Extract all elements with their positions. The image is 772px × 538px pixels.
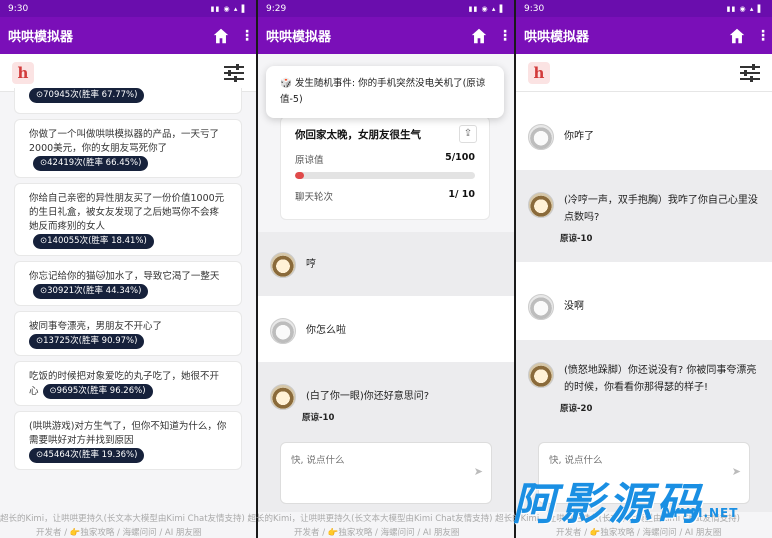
forgive-progress-bar <box>295 172 475 179</box>
watermark-url: AYYM.NET <box>662 506 739 520</box>
message-input[interactable] <box>549 455 719 466</box>
scenario-text: 你忘记给你的猫🐱加水了，导致它渴了一整天 <box>29 271 220 282</box>
status-time: 9:30 <box>524 3 545 14</box>
message-text: 哼 <box>306 259 316 270</box>
scenario-text: 你给自己亲密的异性朋友买了一份价值1000元的生日礼盒，被女友发现了之后她骂你不… <box>29 193 225 232</box>
more-menu-icon[interactable]: ⋮ <box>498 28 512 44</box>
girlfriend-avatar <box>528 362 554 388</box>
forgive-delta-badge: 原谅-10 <box>560 234 593 244</box>
forgive-value: 5/100 <box>445 152 475 163</box>
scenario-card[interactable]: 被同事夸漂亮，男朋友不开心了 ⊙13725次(胜率 90.97%) <box>14 311 242 356</box>
app-bar: 哄哄模拟器 ⋮ <box>516 17 772 54</box>
message-text: 你怎么啦 <box>306 325 346 336</box>
status-icons: ▮▮ ◉ ▴ ▌ <box>468 4 506 13</box>
scenario-list: ⊙70945次(胜率 67.77%) 你做了一个叫做哄哄模拟器的产品，一天亏了2… <box>0 88 256 538</box>
forgive-delta-badge: 原谅-20 <box>560 404 593 414</box>
scenario-stats-badge: ⊙30921次(胜率 44.34%) <box>33 284 149 299</box>
app-title: 哄哄模拟器 <box>524 30 590 45</box>
scenario-card[interactable]: 吃饭的时候把对象爱吃的丸子吃了，她很不开心 ⊙9695次(胜率 96.26%) <box>14 361 242 406</box>
app-logo: h <box>12 61 34 84</box>
random-event-toast: 🎲 发生随机事件: 你的手机突然没电关机了(原谅值-5) <box>266 66 504 118</box>
settings-sliders-icon[interactable] <box>224 63 244 82</box>
chat-message-girlfriend: 哼 <box>258 232 514 296</box>
chat-message-girlfriend: (冷哼一声，双手抱胸）我咋了你自己心里没点数吗? 原谅-10 <box>516 170 772 262</box>
scenario-stats-badge: ⊙42419次(胜率 66.45%) <box>33 156 149 171</box>
scenario-text: 你做了一个叫做哄哄模拟器的产品，一天亏了2000美元，你的女朋友骂死你了 <box>29 129 220 154</box>
user-avatar <box>270 318 296 344</box>
message-text: 你咋了 <box>564 131 594 142</box>
scenario-text: 被同事夸漂亮，男朋友不开心了 <box>29 321 163 332</box>
toolbar: h <box>0 54 256 92</box>
user-avatar <box>528 294 554 320</box>
app-bar: 哄哄模拟器 ⋮ <box>258 17 514 54</box>
message-text: 没啊 <box>564 301 584 312</box>
user-avatar <box>528 124 554 150</box>
message-input-box: ➤ <box>280 442 492 504</box>
status-icons: ▮▮ ◉ ▴ ▌ <box>210 4 248 13</box>
rounds-value: 1/ 10 <box>448 189 475 200</box>
toolbar: h <box>516 54 772 92</box>
scenario-card[interactable]: 你忘记给你的猫🐱加水了，导致它渴了一整天 ⊙30921次(胜率 44.34%) <box>14 261 242 306</box>
watermark-logo: 阿影源码 AYYM.NET <box>512 470 772 538</box>
status-bar: 9:30 ▮▮ ◉ ▴ ▌ <box>516 0 772 17</box>
app-title: 哄哄模拟器 <box>8 30 74 45</box>
scenario-stats-badge: ⊙13725次(胜率 90.97%) <box>29 334 145 349</box>
home-icon[interactable] <box>728 27 746 45</box>
scene-title: 你回家太晚，女朋友很生气 <box>295 129 421 141</box>
forgive-label: 原谅值 <box>295 155 324 166</box>
chat-screen-start: 9:29 ▮▮ ◉ ▴ ▌ 哄哄模拟器 ⋮ 你回家太晚，女朋友很生气 ⇪ 原谅值… <box>258 0 514 538</box>
scenario-card[interactable]: (哄哄游戏)对方生气了，但你不知道为什么，你需要哄好对方并找到原因 ⊙45464次… <box>14 411 242 470</box>
app-title: 哄哄模拟器 <box>266 30 332 45</box>
status-bar: 9:29 ▮▮ ◉ ▴ ▌ <box>258 0 514 17</box>
send-icon[interactable]: ➤ <box>474 465 483 478</box>
status-icons: ▮▮ ◉ ▴ ▌ <box>726 4 764 13</box>
message-text: (愤怒地跺脚）你还说没有? 你被同事夸漂亮的时候，你看看你那得瑟的样子! <box>564 365 757 393</box>
scenario-stats-badge: ⊙140055次(胜率 18.41%) <box>33 234 154 249</box>
message-text: (冷哼一声，双手抱胸）我咋了你自己心里没点数吗? <box>564 195 758 223</box>
message-text: (白了你一眼)你还好意思问? <box>306 391 430 402</box>
home-icon[interactable] <box>212 27 230 45</box>
girlfriend-avatar <box>270 384 296 410</box>
rounds-row: 聊天轮次 1/ 10 <box>295 189 475 203</box>
forgive-progress-fill <box>295 172 304 179</box>
scenario-card[interactable]: ⊙70945次(胜率 67.77%) <box>14 88 242 114</box>
settings-sliders-icon[interactable] <box>740 63 760 82</box>
chat-message-user: 没啊 <box>516 262 772 340</box>
scene-card: 你回家太晚，女朋友很生气 ⇪ 原谅值 5/100 聊天轮次 1/ 10 <box>280 116 490 220</box>
status-bar: 9:30 ▮▮ ◉ ▴ ▌ <box>0 0 256 17</box>
more-menu-icon[interactable]: ⋮ <box>756 28 770 44</box>
chat-message-user: 你怎么啦 <box>258 296 514 362</box>
forgive-delta-badge: 原谅-10 <box>302 413 335 423</box>
status-time: 9:30 <box>8 3 29 14</box>
watermark-text: 阿影源码 <box>512 479 704 530</box>
scenario-stats-badge: ⊙45464次(胜率 19.36%) <box>29 448 145 463</box>
message-input[interactable] <box>291 455 461 466</box>
girlfriend-avatar <box>528 192 554 218</box>
scenario-card[interactable]: 你做了一个叫做哄哄模拟器的产品，一天亏了2000美元，你的女朋友骂死你了 ⊙424… <box>14 119 242 178</box>
more-menu-icon[interactable]: ⋮ <box>240 28 254 44</box>
scenario-stats-badge: ⊙9695次(胜率 96.26%) <box>42 384 153 399</box>
scenario-text: (哄哄游戏)对方生气了，但你不知道为什么，你需要哄好对方并找到原因 <box>29 421 227 446</box>
scenario-stats-badge: ⊙70945次(胜率 67.77%) <box>29 88 145 103</box>
app-logo: h <box>528 61 550 84</box>
status-time: 9:29 <box>266 3 287 14</box>
chat-message-girlfriend: (白了你一眼)你还好意思问? 原谅-10 <box>258 362 514 438</box>
app-bar: 哄哄模拟器 ⋮ <box>0 17 256 54</box>
chat-message-user: 你咋了 <box>516 92 772 170</box>
forgive-row: 原谅值 5/100 <box>295 152 475 166</box>
girlfriend-avatar <box>270 252 296 278</box>
rounds-label: 聊天轮次 <box>295 192 334 203</box>
home-icon[interactable] <box>470 27 488 45</box>
scenario-card[interactable]: 你给自己亲密的异性朋友买了一份价值1000元的生日礼盒，被女友发现了之后她骂你不… <box>14 183 242 256</box>
scenario-list-screen: 9:30 ▮▮ ◉ ▴ ▌ 哄哄模拟器 ⋮ h ⊙70945次(胜率 67.77… <box>0 0 256 538</box>
share-icon[interactable]: ⇪ <box>459 125 477 143</box>
chat-screen-later: 9:30 ▮▮ ◉ ▴ ▌ 哄哄模拟器 ⋮ h 你咋了 (冷哼一声，双手抱胸）我… <box>516 0 772 538</box>
